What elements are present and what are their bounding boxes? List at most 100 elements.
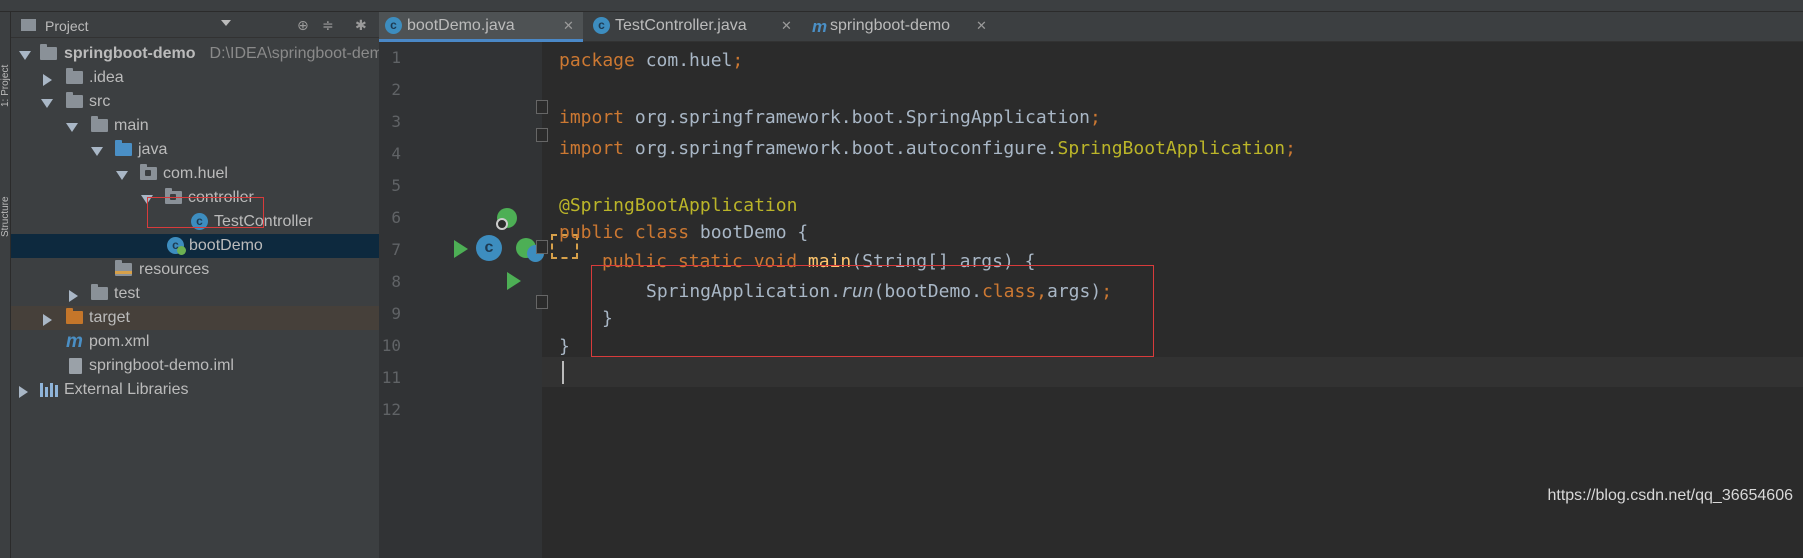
line-number: 1 [391, 48, 401, 67]
tree-item-bootdemo[interactable]: c bootDemo [11, 234, 413, 258]
module-path: D:\IDEA\springboot-demo [209, 45, 392, 62]
collapse-arrow-icon[interactable] [43, 74, 52, 86]
package-icon [140, 164, 157, 180]
tree-item-label: bootDemo [189, 237, 263, 254]
tree-item-label: com.huel [163, 165, 228, 182]
expand-arrow-icon[interactable] [19, 51, 31, 60]
expand-arrow-icon[interactable] [66, 123, 78, 132]
folder-icon [91, 116, 108, 132]
tree-item-label: target [89, 309, 130, 326]
tree-item-external-libraries[interactable]: External Libraries [11, 378, 413, 402]
tab-label: TestController.java [615, 17, 747, 34]
fold-marker-icon[interactable] [536, 128, 548, 142]
line-number: 2 [391, 80, 401, 99]
spring-leaf-icon [177, 246, 186, 255]
code-line-1: package com.huel; [559, 50, 744, 71]
project-icon [21, 19, 36, 31]
tree-item-label: resources [139, 261, 210, 278]
tree-item-main[interactable]: main [11, 114, 413, 138]
tree-item-target[interactable]: target [11, 306, 413, 330]
tab-springboot-demo[interactable]: m springboot-demo ✕ [806, 12, 996, 42]
maven-icon: m [66, 331, 83, 352]
line-number: 12 [381, 400, 401, 419]
structure-tool-tab[interactable]: Structure [0, 142, 11, 237]
project-panel-header: Project ⊕ ≑ ✱ ⊣ [11, 12, 413, 38]
tree-item-label: springboot-demo D:\IDEA\springboot-demo [64, 45, 392, 62]
project-panel: Project ⊕ ≑ ✱ ⊣ springboot-demoD:\IDEA\s… [11, 12, 413, 558]
project-tool-tab[interactable]: 1: Project [0, 32, 11, 107]
view-dropdown-icon[interactable] [221, 20, 231, 26]
collapse-arrow-icon[interactable] [19, 386, 28, 398]
tree-item-label: src [89, 93, 111, 110]
module-folder-icon [40, 44, 57, 60]
tab-label: bootDemo.java [407, 17, 515, 34]
expand-arrow-icon[interactable] [91, 147, 103, 156]
run-main-method-icon[interactable] [507, 272, 521, 290]
tree-item-label: main [114, 117, 149, 134]
close-tab-icon[interactable]: ✕ [563, 12, 574, 40]
line-number: 9 [391, 304, 401, 323]
tree-item-springboot-demo-iml[interactable]: springboot-demo.iml [11, 354, 413, 378]
maven-icon: m [812, 17, 828, 36]
line-number: 4 [391, 144, 401, 163]
tree-item-label: External Libraries [64, 381, 189, 398]
line-number: 11 [381, 368, 401, 387]
tree-item-java[interactable]: java [11, 138, 413, 162]
collapse-all-icon[interactable]: ≑ [322, 17, 334, 34]
search-icon[interactable] [496, 218, 508, 230]
libraries-icon [40, 383, 58, 397]
source-folder-icon [115, 140, 132, 156]
close-tab-icon[interactable]: ✕ [781, 12, 792, 40]
folder-icon [91, 284, 108, 300]
tree-item-label: pom.xml [89, 333, 150, 350]
class-icon: c [593, 17, 610, 34]
folder-icon [66, 92, 83, 108]
code-line-11: } [559, 336, 570, 357]
resources-folder-icon [115, 260, 132, 276]
line-number: 5 [391, 176, 401, 195]
close-tab-icon[interactable]: ✕ [976, 12, 987, 40]
tree-item-label: test [114, 285, 140, 302]
tree-item-src[interactable]: src [11, 90, 413, 114]
fold-marker-icon[interactable] [536, 100, 548, 114]
code-editor[interactable]: 1 2 3 4 5 6 7 8 9 10 11 12 c package com… [379, 42, 1803, 558]
excluded-folder-icon [66, 308, 83, 324]
current-line-highlight [542, 357, 1803, 387]
tree-item-resources[interactable]: resources [11, 258, 413, 282]
collapse-arrow-icon[interactable] [43, 314, 52, 326]
expand-arrow-icon[interactable] [41, 99, 53, 108]
left-tool-strip: 1: Project Structure [0, 12, 11, 558]
tree-item-idea[interactable]: .idea [11, 66, 413, 90]
run-main-class-icon[interactable] [454, 240, 468, 258]
tab-label: springboot-demo [830, 17, 951, 34]
title-bar-strip [0, 0, 1803, 12]
iml-file-icon [69, 358, 82, 374]
highlight-box-main-method [591, 265, 1154, 357]
tree-item-test[interactable]: test [11, 282, 413, 306]
expand-arrow-icon[interactable] [116, 171, 128, 180]
code-line-6: @SpringBootApplication [559, 195, 798, 216]
fold-marker-icon[interactable] [536, 295, 548, 309]
spring-boot-app-icon[interactable]: c [476, 235, 502, 261]
locate-icon[interactable]: ⊕ [297, 17, 309, 34]
tree-item-pom-xml[interactable]: m pom.xml [11, 330, 413, 354]
highlight-box-bootdemo [147, 197, 264, 228]
spring-boot-class-icon: c [385, 17, 402, 34]
collapse-arrow-icon[interactable] [69, 290, 78, 302]
code-line-3: import org.springframework.boot.SpringAp… [559, 107, 1101, 128]
text-caret [562, 361, 564, 384]
project-panel-title: Project [45, 18, 89, 34]
settings-icon[interactable]: ✱ [355, 17, 367, 34]
tree-item-com-huel[interactable]: com.huel [11, 162, 413, 186]
code-line-4: import org.springframework.boot.autoconf… [559, 138, 1296, 159]
folder-icon [66, 68, 83, 84]
tree-item-springboot-demo[interactable]: springboot-demo D:\IDEA\springboot-demo [11, 42, 413, 66]
resources-marker [115, 271, 132, 274]
line-number: 6 [391, 208, 401, 227]
tab-testcontroller-java[interactable]: c TestController.java ✕ [587, 12, 802, 42]
tab-bootdemo-java[interactable]: c bootDemo.java ✕ [379, 12, 583, 42]
watermark: https://blog.csdn.net/qq_36654606 [1547, 487, 1793, 504]
tree-item-label: springboot-demo.iml [89, 357, 234, 374]
fold-marker-icon[interactable] [536, 240, 548, 254]
editor-tab-bar: c bootDemo.java ✕ c TestController.java … [379, 12, 1803, 42]
